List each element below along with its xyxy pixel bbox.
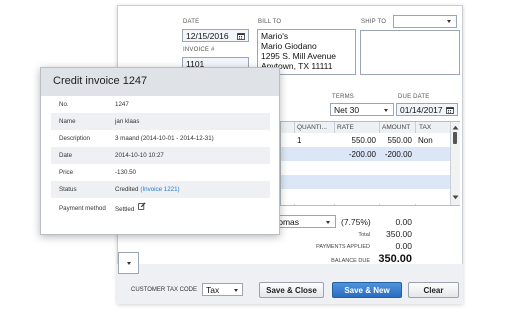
column-header-tax[interactable]: TAX (419, 124, 431, 131)
detail-row-name: Name jan klaas (51, 113, 270, 130)
save-new-button[interactable]: Save & New (332, 282, 402, 298)
balance-due-value: 350.00 (378, 253, 412, 265)
column-header-rate[interactable]: RATE (337, 124, 354, 131)
grid-scrollbar[interactable] (450, 122, 460, 205)
scrollbar-thumb[interactable] (453, 132, 457, 144)
scroll-down-icon[interactable] (452, 195, 459, 200)
detail-value: -130.50 (115, 169, 136, 176)
template-dropdown[interactable] (118, 252, 139, 274)
detail-key: Description (59, 135, 90, 142)
calendar-icon[interactable] (446, 106, 454, 114)
chevron-down-icon (447, 20, 451, 23)
detail-key: Date (59, 152, 73, 159)
detail-value: 2014-10-10 10:27 (115, 152, 164, 159)
table-row[interactable] (281, 175, 450, 190)
column-header-amount[interactable]: AMOUNT (382, 124, 410, 131)
quantity-cell[interactable]: 1 (297, 136, 301, 145)
save-close-button[interactable]: Save & Close (259, 282, 324, 298)
detail-row-date: Date 2014-10-10 10:27 (51, 147, 270, 164)
payments-applied-value: 0.00 (395, 241, 412, 251)
scroll-up-icon[interactable] (452, 125, 459, 130)
date-value: 12/15/2016 (186, 31, 229, 41)
detail-key: Price (59, 169, 74, 176)
bill-to-line: Mario's (261, 31, 289, 41)
chevron-down-icon (326, 221, 330, 224)
rate-cell[interactable]: -200.00 (336, 150, 376, 159)
total-label: Total (358, 232, 370, 238)
detail-row-status: Status Credited (Invoice 1221) (51, 181, 270, 198)
date-label: DATE (183, 19, 200, 25)
edit-icon[interactable] (138, 202, 146, 210)
detail-key: Name (59, 118, 76, 125)
calendar-icon[interactable] (237, 32, 245, 40)
bill-to-label: BILL TO (258, 19, 282, 25)
table-row[interactable] (281, 161, 450, 176)
table-row[interactable] (281, 189, 450, 204)
balance-due-label: BALANCE DUE (331, 258, 370, 264)
detail-row-number: No. 1247 (51, 96, 270, 113)
clear-button[interactable]: Clear (408, 282, 459, 298)
detail-key: Status (59, 186, 77, 193)
detail-row-payment-method: Payment method Settled (51, 198, 270, 220)
chevron-down-icon (127, 262, 131, 265)
due-date-value: 01/14/2017 (400, 105, 443, 115)
invoice-link[interactable]: (Invoice 1221) (140, 186, 179, 193)
payments-applied-label: PAYMENTS APPLIED (316, 244, 370, 250)
chevron-down-icon (234, 289, 238, 292)
column-header-quantity[interactable]: QUANTI... (297, 124, 327, 131)
amount-cell[interactable]: 550.00 (380, 136, 412, 145)
customer-tax-code-value: Tax (206, 285, 220, 295)
chevron-down-icon (384, 109, 388, 112)
terms-value: Net 30 (334, 105, 360, 115)
tax-amount: 0.00 (395, 217, 412, 227)
detail-value: 3 maand (2014-10-01 - 2014-12-31) (115, 135, 214, 142)
bill-to-line: Mario Giodano (261, 41, 317, 51)
invoice-number-label: INVOICE # (183, 47, 215, 53)
detail-value: Settled (115, 205, 135, 213)
credit-invoice-popup: Credit invoice 1247 No. 1247 Name jan kl… (40, 67, 280, 235)
due-date-label: DUE DATE (398, 94, 430, 100)
detail-row-price: Price -130.50 (51, 164, 270, 181)
customer-tax-code-label: CUSTOMER TAX CODE (131, 287, 198, 293)
date-field[interactable]: 12/15/2016 (182, 29, 249, 42)
amount-cell[interactable]: -200.00 (380, 150, 412, 159)
popup-title: Credit invoice 1247 (53, 75, 148, 87)
terms-label: TERMS (332, 94, 354, 100)
tax-rate: (7.75%) (341, 217, 371, 227)
ship-to-field[interactable] (360, 30, 460, 75)
ship-to-label: SHIP TO (361, 19, 387, 25)
bill-to-line: 1295 S. Mill Avenue (261, 51, 336, 61)
tax-cell[interactable]: Non (418, 136, 433, 145)
terms-dropdown[interactable]: Net 30 (330, 103, 394, 116)
detail-value: jan klaas (115, 118, 140, 125)
detail-row-description: Description 3 maand (2014-10-01 - 2014-1… (51, 130, 270, 147)
total-value: 350.00 (386, 229, 412, 239)
due-date-field[interactable]: 01/14/2017 (396, 103, 458, 116)
detail-value: Credited (115, 186, 139, 193)
detail-key: No. (59, 101, 69, 108)
ship-to-dropdown[interactable] (393, 15, 457, 28)
detail-key: Payment method (59, 205, 106, 212)
rate-cell[interactable]: 550.00 (336, 136, 376, 145)
detail-value: 1247 (115, 101, 129, 108)
customer-tax-code-dropdown[interactable]: Tax (202, 283, 243, 296)
